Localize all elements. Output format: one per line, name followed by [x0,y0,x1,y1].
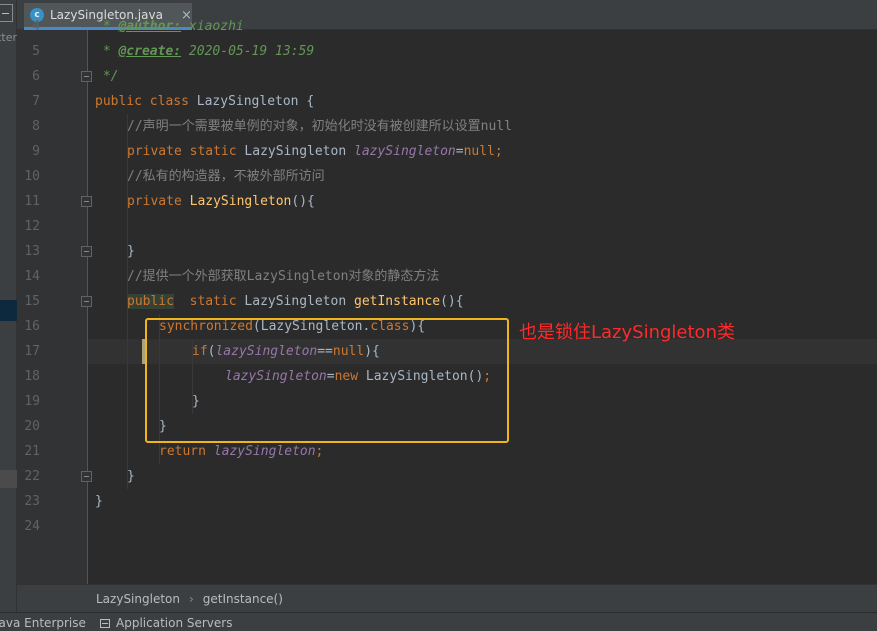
field-name: lazySingleton [354,144,456,159]
line-number: 16 [24,319,40,334]
tool-window-java-enterprise[interactable]: Java Enterprise [0,616,86,630]
code-line-13: } [127,244,135,259]
line-number: 9 [32,144,40,159]
keyword: return [159,444,206,459]
line-number: 5 [32,44,40,59]
keyword: private [127,194,182,209]
class-declaration: LazySingleton { [188,94,315,109]
code-line-9: private static LazySingleton lazySinglet… [127,139,503,164]
breadcrumb: LazySingleton › getInstance() [17,584,877,612]
line-number: 18 [24,369,40,384]
project-panel-label: tter [0,31,17,44]
paren: (){ [440,294,464,309]
line-number: 19 [24,394,40,409]
fold-icon[interactable] [81,296,92,307]
doc-tag: @create: [118,44,182,59]
null-literal: null [463,144,495,159]
field-name: lazySingleton [213,444,316,459]
line-number: 14 [24,269,40,284]
tool-window-label: Application Servers [116,616,233,630]
keyword: public [95,94,142,109]
keyword: public [127,294,174,309]
fold-icon[interactable] [81,196,92,207]
code-line-6: */ [95,69,119,84]
annotation-text: 也是锁住LazySingleton类 [519,322,735,343]
fold-icon[interactable] [81,471,92,482]
constructor-name: LazySingleton [189,194,292,209]
tool-window-application-servers[interactable]: Application Servers [100,616,232,630]
doc-star: * [95,44,119,59]
keyword: class [149,94,189,109]
fold-icon[interactable] [81,71,92,82]
doc-star: * [95,19,119,34]
line-number: 11 [24,194,40,209]
breadcrumb-separator: › [188,591,194,606]
semicolon: ; [315,444,324,459]
line-number: 23 [24,494,40,509]
type-name: LazySingleton [236,144,354,159]
line-number: 10 [24,169,40,184]
fold-icon[interactable] [81,246,92,257]
annotation-highlight-box [145,318,509,443]
breadcrumb-method[interactable]: getInstance() [203,592,283,606]
code-line-22: } [127,469,135,484]
line-number: 21 [24,444,40,459]
project-panel-strip: tter [0,0,17,612]
line-number: 20 [24,419,40,434]
collapse-icon[interactable] [0,4,13,22]
doc-value: xiaozhi [181,19,244,34]
semicolon: ; [494,144,503,159]
bottom-tool-window-bar: Java Enterprise Application Servers [0,612,877,631]
code-line-23: } [95,494,103,509]
code-line-15: public static LazySingleton getInstance(… [127,289,464,314]
type-name: LazySingleton [236,294,354,309]
method-name: getInstance [354,294,441,309]
line-number: 8 [32,119,40,134]
line-number: 7 [32,94,40,109]
line-number: 22 [24,469,40,484]
code-line-5: * @create: 2020-05-19 13:59 [95,39,314,64]
doc-tag: @author: [118,19,182,34]
code-line-4: * @author: xiaozhi [95,14,244,39]
breadcrumb-class[interactable]: LazySingleton [96,592,180,606]
line-number: 17 [24,344,40,359]
code-line-7: public class LazySingleton { [95,89,314,114]
code-line-11: private LazySingleton(){ [127,189,315,214]
keyword: static [189,144,237,159]
project-tree-item[interactable] [0,470,17,488]
paren: (){ [291,194,315,209]
keyword: private [127,144,182,159]
line-number: 24 [24,519,40,534]
code-line-14: //提供一个外部获取LazySingleton对象的静态方法 [127,269,440,284]
project-tree-selection[interactable] [0,300,17,321]
code-line-10: //私有的构造器，不被外部所访问 [127,169,325,184]
line-number: 15 [24,294,40,309]
line-number: 12 [24,219,40,234]
code-line-8: //声明一个需要被单例的对象，初始化时没有被创建所以设置null [127,119,512,134]
line-number: 6 [32,69,40,84]
operator: = [455,144,464,159]
line-number: 13 [24,244,40,259]
keyword: static [189,294,237,309]
server-icon [100,618,110,628]
doc-value: 2020-05-19 13:59 [181,44,315,59]
line-number: 4 [32,19,40,34]
